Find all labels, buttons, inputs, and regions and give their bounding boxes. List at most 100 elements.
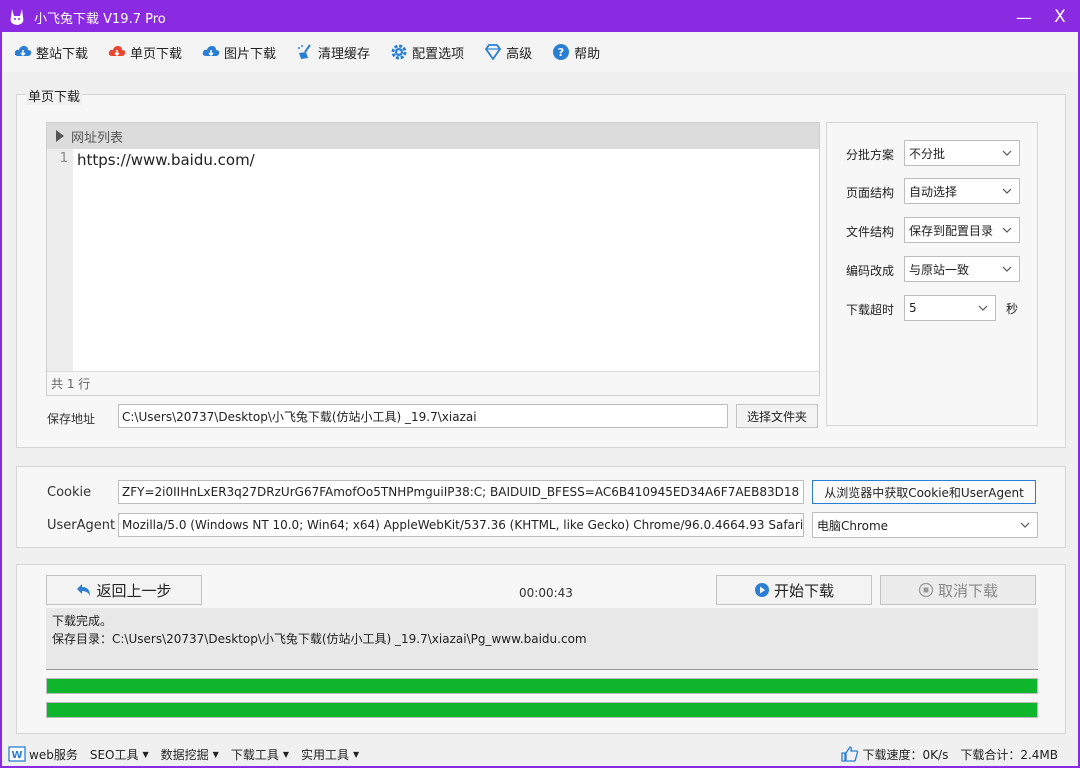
title-bar[interactable]: 小飞兔下载 V19.7 Pro — X (2, 2, 1078, 32)
progress-bar-1-fill (47, 679, 1037, 693)
batch-select[interactable]: 不分批 (904, 140, 1020, 166)
chevron-down-icon (1020, 522, 1030, 528)
useragent-select-value: 电脑Chrome (817, 518, 889, 533)
gear-icon (391, 44, 407, 60)
useragent-input[interactable]: Mozilla/5.0 (Windows NT 10.0; Win64; x64… (118, 513, 804, 537)
toolbar-config-options[interactable]: 配置选项 (390, 43, 464, 62)
back-button[interactable]: 返回上一步 (46, 575, 202, 605)
choose-folder-button[interactable]: 选择文件夹 (736, 404, 818, 428)
cookie-label: Cookie (47, 485, 92, 500)
cancel-download-label: 取消下载 (937, 581, 998, 600)
menu-label: web服务 (29, 747, 78, 762)
cancel-download-button[interactable]: 取消下载 (880, 575, 1036, 605)
menu-label: SEO工具 (89, 747, 139, 762)
cloud-download-icon (202, 46, 220, 57)
timeout-label: 下载超时 (846, 303, 895, 317)
close-button[interactable]: X (1042, 2, 1078, 32)
progress-bar-2 (46, 702, 1038, 718)
menu-label: 数据挖掘 (160, 747, 209, 762)
toolbar-image-download[interactable]: 图片下载 (202, 43, 276, 62)
chevron-down-icon (1002, 150, 1012, 156)
start-download-button[interactable]: 开始下载 (716, 575, 872, 605)
window-title: 小飞兔下载 V19.7 Pro (34, 11, 166, 27)
group-title: 单页下载 (26, 86, 83, 105)
data-mining-menu[interactable]: 数据挖掘 ▼ (161, 746, 219, 763)
triangle-right-icon (56, 130, 64, 142)
rabbit-logo-icon (6, 6, 28, 28)
encoding-label: 编码改成 (846, 264, 895, 278)
progress-bar-1 (46, 678, 1038, 694)
useragent-label: UserAgent (47, 518, 116, 533)
toolbar-site-download[interactable]: 整站下载 (14, 43, 88, 62)
play-circle-icon (754, 583, 769, 597)
toolbar-clear-cache[interactable]: 清理缓存 (296, 43, 370, 62)
file-structure-select[interactable]: 保存到配置目录 (904, 217, 1020, 243)
encoding-value: 与原站一致 (909, 262, 970, 277)
batch-value: 不分批 (909, 146, 946, 161)
main-toolbar: 整站下载 单页下载 图片下载 清理缓存 配置选项 高级 ? 帮助 (2, 32, 1078, 72)
undo-arrow-icon (77, 584, 91, 596)
cloud-download-icon (14, 46, 32, 57)
chevron-down-icon (1002, 266, 1012, 272)
help-icon: ? (553, 44, 570, 60)
toolbar-label: 配置选项 (412, 46, 465, 62)
progress-bar-2-fill (47, 703, 1037, 717)
encoding-select[interactable]: 与原站一致 (904, 256, 1020, 282)
toolbar-label: 帮助 (574, 46, 601, 62)
svg-text:?: ? (558, 46, 564, 59)
download-total-text: 下载合计：2.4MB (960, 747, 1058, 762)
timeout-unit: 秒 (1006, 302, 1019, 316)
toolbar-label: 图片下载 (224, 46, 277, 62)
url-line[interactable]: https://www.baidu.com/ (77, 151, 255, 169)
start-download-label: 开始下载 (773, 581, 834, 600)
toolbar-help[interactable]: ? 帮助 (552, 43, 600, 62)
chevron-down-icon (978, 305, 988, 311)
useragent-select[interactable]: 电脑Chrome (812, 512, 1038, 538)
url-list-editor[interactable]: 网址列表 1 https://www.baidu.com/ 共 1 行 (46, 122, 820, 396)
utility-tools-menu[interactable]: 实用工具 ▼ (301, 746, 359, 763)
cookie-input[interactable]: ZFY=2i0IIHnLxER3q27DRzUrG67FAmofOo5TNHPm… (118, 480, 804, 504)
diamond-icon (484, 44, 502, 60)
toolbar-label: 清理缓存 (318, 46, 371, 62)
chevron-down-icon (1002, 188, 1012, 194)
line-number: 1 (59, 151, 68, 166)
menu-label: 下载工具 (230, 747, 279, 762)
file-structure-value: 保存到配置目录 (909, 223, 994, 238)
stop-circle-icon (918, 582, 934, 598)
caret-down-icon: ▼ (282, 749, 289, 759)
caret-down-icon: ▼ (212, 749, 219, 759)
save-path-input[interactable]: C:\Users\20737\Desktop\小飞兔下载(仿站小工具) _19.… (118, 404, 728, 428)
svg-text:W: W (11, 750, 22, 761)
web-service-menu[interactable]: W web服务 (8, 746, 78, 763)
elapsed-timer: 00:00:43 (519, 586, 573, 600)
download-speed: 下载速度：0K/s (840, 746, 949, 763)
page-structure-select[interactable]: 自动选择 (904, 178, 1020, 204)
download-total: 下载合计：2.4MB (960, 746, 1058, 763)
app-window: 小飞兔下载 V19.7 Pro — X 整站下载 单页下载 图片下载 清理缓存 … (0, 0, 1080, 768)
toolbar-label: 高级 (506, 46, 533, 62)
log-line: 保存目录：C:\Users\20737\Desktop\小飞兔下载(仿站小工具)… (52, 632, 587, 646)
page-structure-value: 自动选择 (909, 184, 958, 199)
file-structure-label: 文件结构 (846, 225, 895, 239)
url-list-header[interactable]: 网址列表 (47, 123, 819, 149)
download-tools-menu[interactable]: 下载工具 ▼ (231, 746, 289, 763)
timeout-select[interactable]: 5 (904, 295, 996, 321)
log-line: 下载完成。 (52, 614, 113, 628)
broom-icon (298, 44, 311, 59)
web-icon: W (8, 746, 26, 762)
log-output: 下载完成。 保存目录：C:\Users\20737\Desktop\小飞兔下载(… (46, 608, 1038, 670)
download-speed-text: 下载速度：0K/s (862, 747, 949, 762)
seo-tools-menu[interactable]: SEO工具 ▼ (90, 746, 149, 763)
get-cookie-button[interactable]: 从浏览器中获取Cookie和UserAgent (812, 480, 1036, 504)
minimize-button[interactable]: — (1006, 2, 1042, 32)
batch-label: 分批方案 (846, 148, 895, 162)
caret-down-icon: ▼ (142, 749, 149, 759)
caret-down-icon: ▼ (353, 749, 360, 759)
toolbar-advanced[interactable]: 高级 (484, 43, 532, 62)
timeout-value: 5 (909, 301, 917, 315)
status-bar: W web服务 SEO工具 ▼ 数据挖掘 ▼ 下载工具 ▼ 实用工具 ▼ 下载速度：0K… (2, 742, 1078, 766)
toolbar-single-page-download[interactable]: 单页下载 (108, 43, 182, 62)
menu-label: 实用工具 (300, 747, 349, 762)
chevron-down-icon (1002, 227, 1012, 233)
line-count: 共 1 行 (47, 371, 819, 395)
